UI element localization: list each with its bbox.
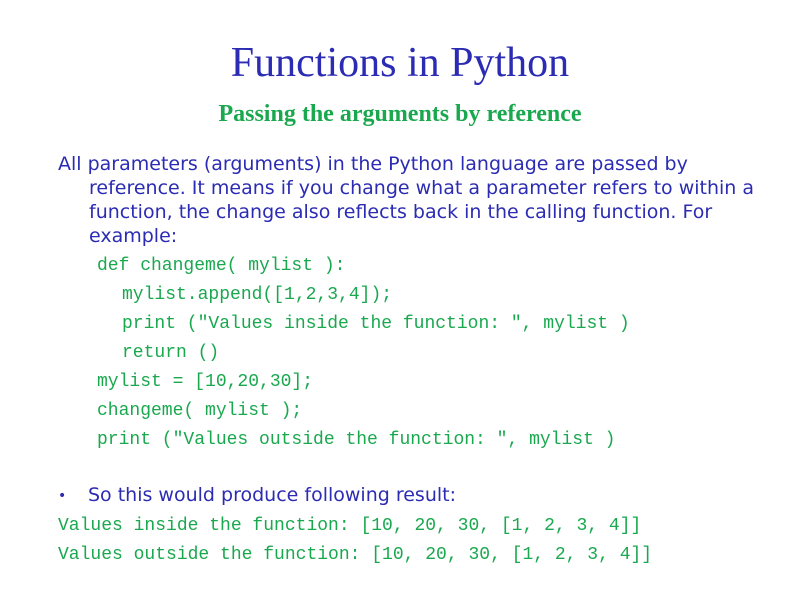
code-line-print-inside: print ("Values inside the function: ", m… — [122, 314, 630, 334]
bullet-text: So this would produce following result: — [88, 484, 456, 506]
slide-subtitle: Passing the arguments by reference — [218, 101, 582, 127]
intro-paragraph: All parameters (arguments) in the Python… — [58, 153, 755, 247]
slide: Functions in Python Passing the argument… — [0, 0, 800, 600]
code-line-mylist-assign: mylist = [10,20,30]; — [97, 372, 314, 392]
slide-title: Functions in Python — [230, 40, 570, 86]
output-line-outside: Values outside the function: [10, 20, 30… — [58, 545, 653, 565]
bullet-item: • So this would produce following result: — [58, 483, 456, 507]
code-line-print-outside: print ("Values outside the function: ", … — [97, 430, 616, 450]
output-line-inside: Values inside the function: [10, 20, 30,… — [58, 516, 642, 536]
code-line-changeme-call: changeme( mylist ); — [97, 401, 303, 421]
code-line-return: return () — [122, 343, 220, 363]
code-line-append: mylist.append([1,2,3,4]); — [122, 285, 393, 305]
code-line-def: def changeme( mylist ): — [97, 256, 346, 276]
bullet-icon: • — [58, 488, 67, 504]
